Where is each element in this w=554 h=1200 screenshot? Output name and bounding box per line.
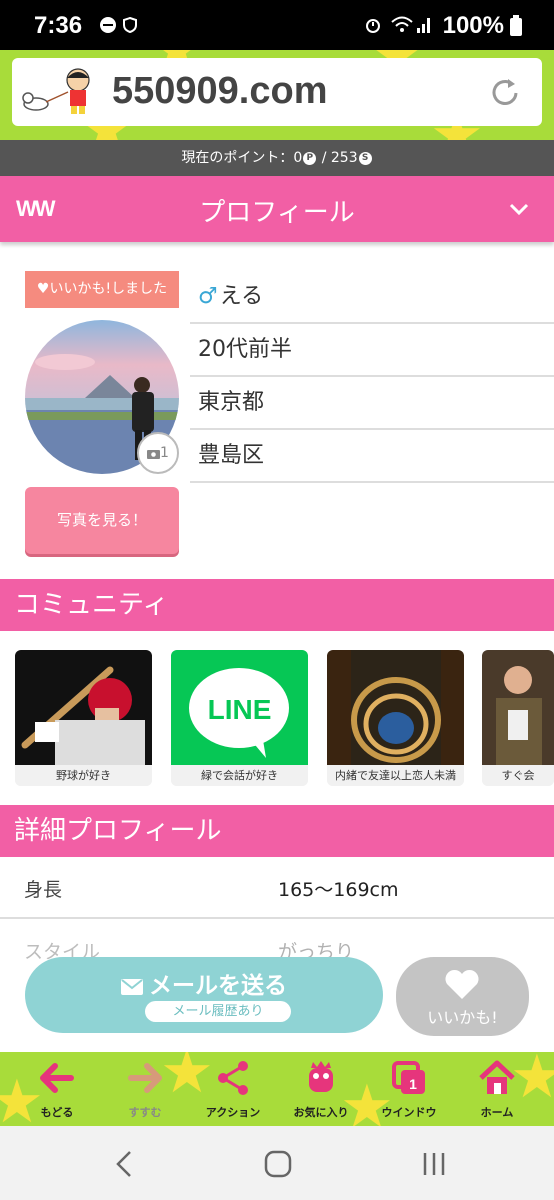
profile-city-row: 豊島区 [190, 430, 554, 483]
share-icon [218, 1061, 248, 1095]
nav-label: もどる [40, 1106, 74, 1119]
status-time: 7:36 [34, 12, 83, 39]
nav-label: ホーム [480, 1106, 514, 1119]
signal-icon [416, 14, 432, 38]
community-label: すぐ会 [482, 765, 554, 786]
page-title: プロフィール [199, 198, 355, 228]
detail-value: 165〜169cm [278, 879, 399, 901]
photo-count-badge: 1 [137, 432, 179, 474]
man-image [482, 650, 554, 765]
nav-label: お気に入り [293, 1106, 349, 1119]
heart-icon [445, 969, 479, 999]
arrow-right-icon [128, 1063, 162, 1093]
community-label: 緑で会話が好き [171, 765, 308, 786]
reload-icon[interactable] [488, 76, 522, 110]
shield-icon [122, 16, 138, 34]
view-photo-button[interactable]: 写真を見る！ [25, 487, 179, 554]
nav-label: すすむ [128, 1106, 162, 1119]
profile-prefecture: 東京都 [198, 390, 265, 415]
nav-back[interactable]: もどる [12, 1052, 102, 1126]
community-card-meet[interactable]: すぐ会 [482, 650, 554, 786]
details-header: 詳細プロフィール [0, 805, 554, 857]
nav-action[interactable]: アクション [188, 1052, 278, 1126]
mail-history-badge: メール履歴あり [145, 1001, 291, 1022]
points-total: / 253 [321, 150, 358, 166]
liked-badge: ♥いいかも!しました [25, 271, 179, 308]
nav-home[interactable]: ホーム [452, 1052, 542, 1126]
back-icon[interactable] [114, 1150, 134, 1182]
site-url[interactable]: 550909.com [112, 70, 328, 113]
site-header: ★ ★ ★ ★ 550909.com [0, 50, 554, 140]
send-mail-button[interactable]: メールを送る メール履歴あり [25, 957, 383, 1033]
profile-prefecture-row: 東京都 [190, 377, 554, 430]
dnd-icon [100, 17, 116, 33]
profile-age-row: 20代前半 [190, 324, 554, 377]
male-icon: ♂ [198, 284, 218, 309]
svg-text:1: 1 [409, 1076, 417, 1092]
line-logo-text: LINE [207, 694, 272, 725]
community-card-secret[interactable]: 内緒で友達以上恋人未満 [327, 650, 464, 786]
detail-row-height: 身長 165〜169cm [0, 857, 554, 919]
status-bar: 7:36 100% [0, 0, 554, 50]
profile-age: 20代前半 [198, 337, 292, 362]
like-label: いいかも! [427, 1008, 498, 1027]
arrow-left-icon [40, 1063, 74, 1093]
send-mail-label: メールを送る [25, 966, 383, 1000]
battery-percent: 100% [442, 12, 504, 39]
profile-header: WW プロフィール [0, 176, 554, 242]
community-label: 野球が好き [15, 765, 152, 786]
nav-label: アクション [205, 1106, 261, 1119]
home-icon [479, 1060, 515, 1094]
point-s-icon: S [358, 151, 372, 165]
points-current: 現在のポイント：0 [181, 150, 303, 166]
nav-window[interactable]: 1 ウインドウ [364, 1052, 454, 1126]
baseball-image [15, 650, 152, 765]
points-bar: 現在のポイント：0 P / 253 S [0, 140, 554, 176]
photo-count: 1 [160, 445, 169, 461]
address-bar[interactable]: 550909.com [12, 58, 542, 126]
favorite-mascot-icon [309, 1061, 333, 1092]
staircase-image [327, 650, 464, 765]
recents-icon[interactable] [420, 1150, 448, 1182]
line-logo-image: LINE [171, 650, 308, 765]
community-card-line[interactable]: LINE 緑で会話が好き [171, 650, 308, 786]
bottom-nav: ★ ★ ★ ★ もどる すすむ アクション お気に入り 1 ウインドウ ホーム [0, 1052, 554, 1126]
system-nav-bar [0, 1126, 554, 1200]
nav-label: ウインドウ [381, 1106, 437, 1119]
like-button[interactable]: いいかも! [396, 957, 529, 1036]
wifi-icon [390, 14, 414, 38]
nav-favorites[interactable]: お気に入り [276, 1052, 366, 1126]
community-card-baseball[interactable]: 野球が好き [15, 650, 152, 786]
point-p-icon: P [303, 151, 317, 165]
home-circle-icon[interactable] [264, 1150, 292, 1182]
battery-icon [510, 15, 522, 36]
alarm-icon [364, 16, 382, 38]
chevron-down-icon[interactable] [508, 198, 530, 220]
mail-icon [121, 978, 143, 995]
detail-label: 身長 [24, 879, 63, 901]
nav-forward[interactable]: すすむ [100, 1052, 190, 1126]
mascot-logo [16, 66, 108, 118]
window-icon: 1 [392, 1061, 425, 1094]
profile-city: 豊島区 [198, 443, 265, 468]
community-label: 内緒で友達以上恋人未満 [327, 765, 464, 786]
profile-name-row: ♂える [190, 271, 554, 324]
community-header: コミュニティ [0, 579, 554, 631]
profile-name: える [219, 284, 264, 309]
